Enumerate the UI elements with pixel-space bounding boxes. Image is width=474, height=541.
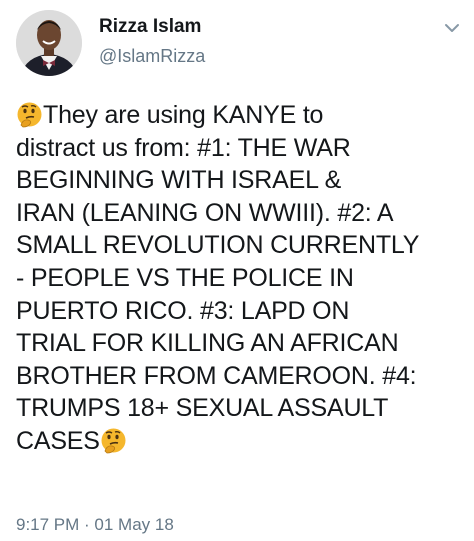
tweet-line-3: BEGINNING WITH ISRAEL & (16, 166, 342, 195)
tweet-line-5: SMALL REVOLUTION CURRENTLY (16, 231, 420, 260)
tweet-line-9: BROTHER FROM CAMEROON. #4: (16, 361, 417, 390)
chevron-down-icon[interactable] (442, 18, 462, 38)
tweet-line-10: TRUMPS 18+ SEXUAL ASSAULT (16, 394, 389, 423)
tweet-text: They are using KANYE to distract us from… (16, 99, 468, 458)
tweet-line-2: distract us from: #1: THE WAR (16, 133, 351, 162)
tweet-line-11: CASES (16, 425, 468, 458)
tweet-line-11-text: CASES (16, 426, 100, 455)
tweet-line-4: IRAN (LEANING ON WWIII). #2: A (16, 198, 394, 227)
tweet-line-1: They are using KANYE to (16, 99, 468, 132)
thinking-face-icon (100, 427, 127, 454)
author-display-name[interactable]: Rizza Islam (99, 15, 205, 39)
tweet-timestamp[interactable]: 9:17 PM · 01 May 18 (16, 514, 174, 536)
author-handle[interactable]: @IslamRizza (99, 44, 205, 68)
avatar[interactable] (16, 10, 82, 76)
thinking-face-icon (16, 101, 43, 128)
tweet-line-1-text: They are using KANYE to (43, 101, 324, 129)
tweet-line-6: - PEOPLE VS THE POLICE IN (16, 263, 354, 292)
tweet-line-7: PUERTO RICO. #3: LAPD ON (16, 296, 350, 325)
author-block[interactable]: Rizza Islam @IslamRizza (99, 15, 205, 68)
tweet-line-8: TRIAL FOR KILLING AN AFRICAN (16, 329, 399, 358)
tweet-card: Rizza Islam @IslamRizza They are using K… (0, 0, 474, 541)
